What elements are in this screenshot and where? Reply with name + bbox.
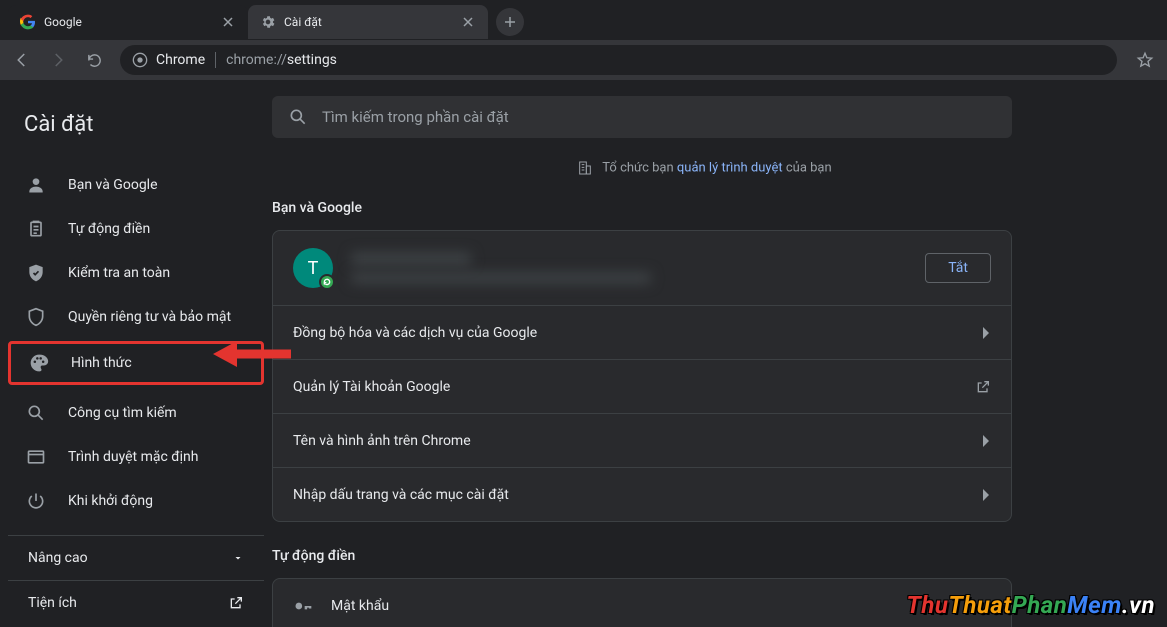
tab-strip: Google Cài đặt [0, 0, 1167, 40]
tab-settings[interactable]: Cài đặt [248, 5, 488, 39]
sidebar-item-privacy[interactable]: Quyền riêng tư và bảo mật [8, 297, 264, 337]
open-external-icon [228, 595, 244, 611]
sidebar-label: Hình thức [71, 355, 132, 371]
sidebar-label: Bạn và Google [68, 177, 158, 193]
row-import-bookmarks[interactable]: Nhập dấu trang và các mục cài đặt [273, 467, 1011, 521]
turn-off-sync-button[interactable]: Tắt [925, 253, 991, 283]
sidebar-item-you-and-google[interactable]: Bạn và Google [8, 165, 264, 205]
sidebar-label: Khi khởi động [68, 493, 153, 509]
settings-search-input[interactable] [322, 108, 996, 126]
card-you-and-google: T Tắt Đồng bộ hóa và các dịch vụ của Goo… [272, 230, 1012, 522]
chevron-right-icon [983, 327, 991, 339]
clipboard-icon [26, 219, 46, 239]
tab-title: Google [44, 15, 212, 29]
profile-row: T Tắt [273, 231, 1011, 305]
chevron-right-icon [983, 489, 991, 501]
browser-toolbar: Chrome chrome://settings [0, 40, 1167, 80]
sidebar-label: Kiểm tra an toàn [68, 265, 170, 281]
sidebar-item-autofill[interactable]: Tự động điền [8, 209, 264, 249]
shield-check-icon [26, 263, 46, 283]
extensions-label: Tiện ích [28, 595, 77, 611]
profile-email-redacted [351, 272, 651, 284]
forward-button[interactable] [48, 50, 68, 70]
sidebar-item-safety-check[interactable]: Kiểm tra an toàn [8, 253, 264, 293]
new-tab-button[interactable] [496, 8, 524, 36]
power-icon [26, 491, 46, 511]
reload-button[interactable] [84, 50, 104, 70]
omnibox-scheme: Chrome [156, 52, 205, 68]
row-chrome-name-image[interactable]: Tên và hình ảnh trên Chrome [273, 413, 1011, 467]
sync-badge-icon [319, 274, 335, 290]
open-external-icon [975, 379, 991, 395]
settings-main: Tổ chức bạn quản lý trình duyệt của bạn … [272, 80, 1167, 627]
key-icon [293, 596, 313, 616]
sidebar-advanced[interactable]: Nâng cao [8, 535, 264, 580]
chevron-down-icon [232, 552, 244, 564]
close-icon[interactable] [460, 14, 476, 30]
sidebar-item-appearance[interactable]: Hình thức [8, 341, 264, 385]
back-button[interactable] [12, 50, 32, 70]
omnibox-path: settings [287, 52, 337, 68]
row-passwords[interactable]: Mật khẩu [273, 579, 1011, 627]
row-manage-google-account[interactable]: Quản lý Tài khoản Google [273, 359, 1011, 413]
managed-by-org-banner: Tổ chức bạn quản lý trình duyệt của bạn [272, 160, 1137, 176]
row-sync-services[interactable]: Đồng bộ hóa và các dịch vụ của Google [273, 305, 1011, 359]
close-icon[interactable] [220, 14, 236, 30]
settings-title: Cài đặt [8, 100, 264, 161]
chrome-icon [132, 52, 148, 68]
tab-google[interactable]: Google [8, 5, 248, 39]
search-icon [26, 403, 46, 423]
browser-icon [26, 447, 46, 467]
settings-search[interactable] [272, 96, 1012, 138]
profile-name-redacted [351, 252, 471, 266]
profile-info [351, 252, 925, 284]
omnibox-host: chrome:// [226, 52, 287, 68]
omnibox[interactable]: Chrome chrome://settings [120, 45, 1117, 75]
avatar-initial: T [308, 258, 319, 279]
sidebar-label: Trình duyệt mặc định [68, 449, 199, 465]
bookmark-star-icon[interactable] [1135, 50, 1155, 70]
sidebar-label: Tự động điền [68, 221, 150, 237]
palette-icon [29, 353, 49, 373]
settings-sidebar: Cài đặt Bạn và Google Tự động điền Kiểm … [0, 80, 272, 627]
gear-icon [260, 14, 276, 30]
manage-browser-link[interactable]: quản lý trình duyệt [677, 160, 783, 175]
sidebar-item-on-startup[interactable]: Khi khởi động [8, 481, 264, 521]
section-title-you-and-google: Bạn và Google [272, 200, 1137, 216]
sidebar-label: Công cụ tìm kiếm [68, 405, 177, 421]
chevron-right-icon [983, 435, 991, 447]
section-title-autofill: Tự động điền [272, 548, 1137, 564]
advanced-label: Nâng cao [28, 550, 88, 566]
person-icon [26, 175, 46, 195]
search-icon [288, 107, 308, 127]
sidebar-item-default-browser[interactable]: Trình duyệt mặc định [8, 437, 264, 477]
avatar: T [293, 248, 333, 288]
google-favicon [20, 14, 36, 30]
sidebar-label: Quyền riêng tư và bảo mật [68, 309, 231, 325]
tab-title: Cài đặt [284, 15, 452, 29]
card-autofill: Mật khẩu [272, 578, 1012, 627]
shield-icon [26, 307, 46, 327]
building-icon [577, 160, 593, 176]
sidebar-item-search-engine[interactable]: Công cụ tìm kiếm [8, 393, 264, 433]
sidebar-extensions[interactable]: Tiện ích [8, 580, 264, 625]
